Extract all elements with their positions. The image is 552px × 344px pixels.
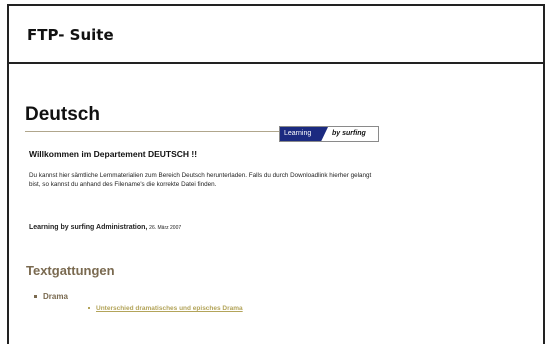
description-text: Du kannst hier sämtliche Lernmaterialien… [29,172,372,188]
genre-label: Drama [43,292,68,301]
link-unterschied-drama[interactable]: Unterschied dramatisches und episches Dr… [88,305,243,312]
app-title: FTP- Suite [27,26,114,44]
welcome-heading: Willkommen im Departement DEUTSCH !! [29,149,198,159]
genre-item-drama: Drama [34,292,68,301]
admin-date: 26. März 2007 [149,225,182,231]
link-label[interactable]: Unterschied dramatisches und episches Dr… [96,305,243,312]
page-title: Deutsch [25,104,100,125]
banner-right-text: by surfing [332,130,366,137]
learning-banner-logo: Learning by surfing [279,126,379,142]
section-title-textgattungen: Textgattungen [26,263,115,278]
banner-left-text: Learning [280,127,328,141]
bullet-icon [34,295,37,299]
admin-signature: Learning by surfing Administration, 26. … [29,224,181,231]
header-bar: FTP- Suite [9,6,543,64]
admin-name: Learning by surfing Administration, [29,224,148,231]
bullet-icon [88,307,90,310]
title-divider [25,131,280,132]
